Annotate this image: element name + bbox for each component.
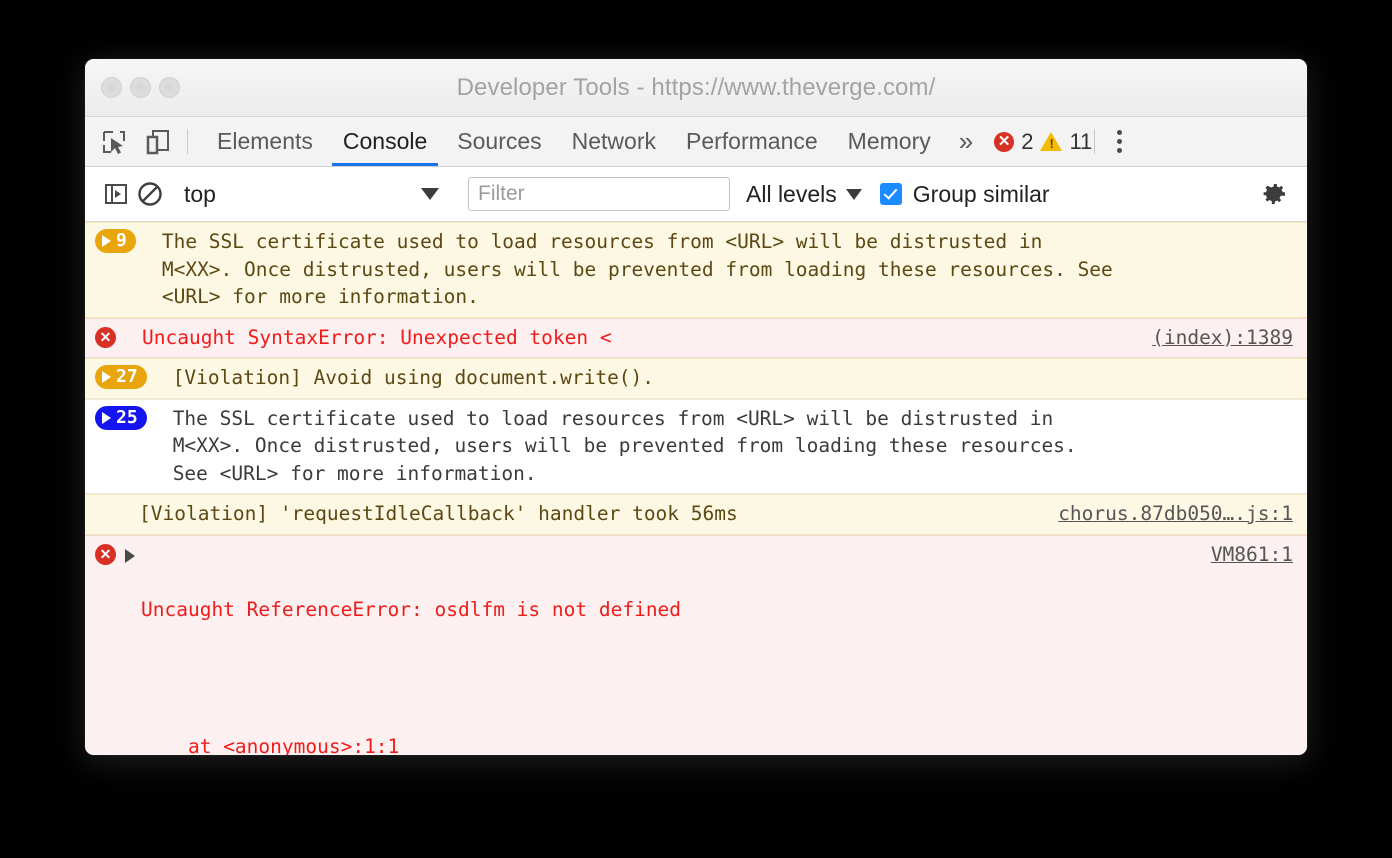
tab-console[interactable]: Console [328, 117, 442, 166]
devtools-tab-bar: Elements Console Sources Network Perform… [85, 117, 1307, 167]
message-gutter: 25 [95, 405, 147, 430]
group-similar-checkbox[interactable] [879, 183, 902, 205]
screen: Developer Tools - https://www.theverge.c… [0, 0, 1392, 858]
console-sidebar-icon[interactable] [99, 177, 133, 211]
stack-frame: at <anonymous>:1:1 [141, 733, 1193, 755]
zoom-button[interactable] [159, 77, 180, 98]
console-message-list[interactable]: 9 The SSL certificate used to load resou… [85, 222, 1307, 755]
group-count-badge[interactable]: 9 [95, 229, 136, 253]
tool-icons [97, 117, 187, 166]
stack-frame-text: at <anonymous>:1:1 [187, 735, 400, 755]
kebab-menu-icon[interactable] [1099, 117, 1140, 166]
console-row-document-write[interactable]: 27 [Violation] Avoid using document.writ… [85, 358, 1307, 399]
warning-count-icon [1040, 132, 1063, 151]
message-text: The SSL certificate used to load resourc… [172, 406, 1077, 485]
group-count: 25 [116, 406, 138, 428]
message-body: Uncaught ReferenceError: osdlfm is not d… [141, 541, 1193, 756]
group-similar-label: Group similar [912, 180, 1050, 207]
filter-input[interactable] [468, 177, 730, 211]
group-count: 27 [116, 366, 138, 387]
warning-count: 11 [1069, 128, 1093, 154]
inspect-element-icon[interactable] [97, 125, 131, 159]
tab-divider-2 [1094, 129, 1096, 154]
console-row-ssl-info[interactable]: 25 The SSL certificate used to load reso… [85, 398, 1307, 494]
more-tabs-button[interactable]: » [946, 117, 986, 166]
device-toolbar-icon[interactable] [141, 125, 175, 159]
tab-elements[interactable]: Elements [202, 117, 328, 166]
tab-network[interactable]: Network [557, 117, 671, 166]
chevron-down-icon [845, 188, 862, 200]
source-link[interactable]: VM861:1 [1211, 541, 1293, 569]
tab-performance[interactable]: Performance [671, 117, 833, 166]
console-row-reference-error[interactable]: ✕ Uncaught ReferenceError: osdlfm is not… [85, 534, 1307, 756]
group-similar-toggle[interactable]: Group similar [879, 180, 1050, 208]
expand-triangle-icon [102, 371, 111, 383]
title-bar: Developer Tools - https://www.theverge.c… [85, 59, 1307, 117]
expand-triangle-icon [102, 411, 111, 424]
execution-context-value: top [184, 180, 216, 207]
console-row-syntax-error[interactable]: ✕ Uncaught SyntaxError: Unexpected token… [85, 317, 1307, 358]
stack-trace: at <anonymous>:1:1 at ad.js:27 at new Pr… [141, 678, 1193, 755]
console-row-requestidlecallback[interactable]: [Violation] 'requestIdleCallback' handle… [85, 494, 1307, 535]
issue-counters[interactable]: ✕ 2 11 [986, 117, 1094, 166]
execution-context-select[interactable]: top [168, 181, 453, 208]
log-level-select[interactable]: All levels [746, 181, 862, 208]
clear-console-icon[interactable] [133, 177, 167, 211]
devtools-window: Developer Tools - https://www.theverge.c… [85, 59, 1307, 755]
message-text: Uncaught ReferenceError: osdlfm is not d… [141, 597, 682, 621]
error-icon: ✕ [95, 326, 116, 348]
window-controls [85, 77, 180, 98]
group-count-badge[interactable]: 27 [95, 365, 147, 389]
close-button[interactable] [101, 77, 122, 98]
tab-sources[interactable]: Sources [442, 117, 556, 166]
group-count: 9 [116, 230, 127, 251]
message-gutter: 27 [95, 364, 147, 389]
console-toolbar: top All levels Group similar [85, 167, 1307, 222]
chevron-down-icon [421, 188, 439, 200]
expand-arrow-icon[interactable] [125, 548, 135, 563]
error-count: 2 [1021, 128, 1034, 154]
gear-icon[interactable] [1259, 179, 1295, 209]
group-count-badge[interactable]: 25 [95, 405, 147, 430]
expand-triangle-icon [102, 235, 111, 247]
error-count-icon: ✕ [994, 131, 1015, 152]
source-link[interactable]: chorus.87db050….js:1 [1058, 500, 1293, 528]
message-gutter: 9 [95, 228, 136, 253]
source-link[interactable]: (index):1389 [1152, 324, 1293, 352]
message-text: The SSL certificate used to load resourc… [161, 230, 1113, 308]
window-title: Developer Tools - https://www.theverge.c… [456, 73, 936, 101]
tab-memory[interactable]: Memory [833, 117, 946, 166]
minimize-button[interactable] [130, 77, 151, 98]
message-text: [Violation] 'requestIdleCallback' handle… [139, 502, 738, 525]
message-text: [Violation] Avoid using document.write()… [172, 366, 655, 389]
panel-tabs: Elements Console Sources Network Perform… [188, 117, 986, 166]
error-icon: ✕ [95, 543, 116, 565]
log-level-value: All levels [746, 180, 837, 207]
console-row-ssl-warning[interactable]: 9 The SSL certificate used to load resou… [85, 222, 1307, 318]
message-text: Uncaught SyntaxError: Unexpected token < [142, 325, 612, 349]
